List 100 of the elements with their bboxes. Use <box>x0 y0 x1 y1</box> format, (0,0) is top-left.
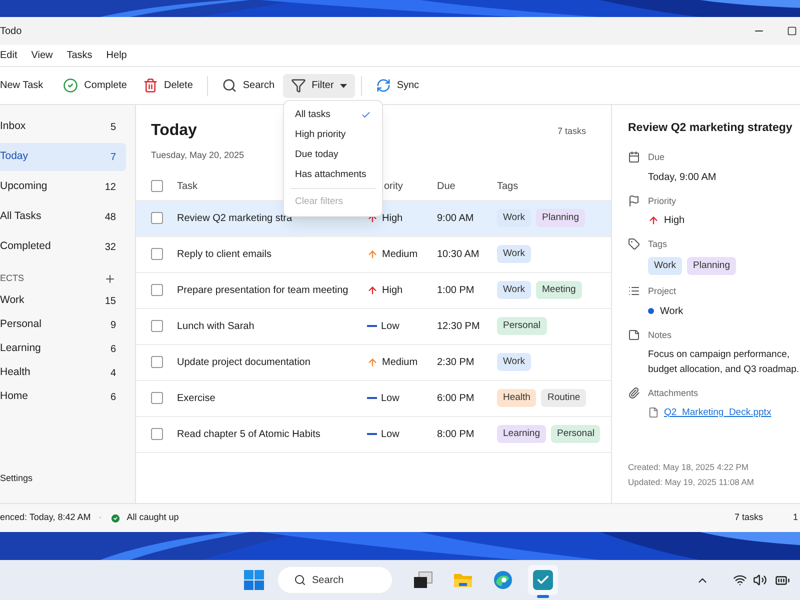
sidebar-item[interactable]: All Tasks 48 <box>0 203 126 231</box>
toolbar-button[interactable]: Delete <box>134 74 201 98</box>
project-item[interactable]: Health 4 <box>0 361 126 385</box>
menu-option[interactable]: All tasks <box>284 105 382 125</box>
due-time: 12:30 PM <box>437 320 480 332</box>
settings-link[interactable]: Settings <box>0 473 33 483</box>
dash-icon <box>367 433 377 435</box>
column-header[interactable]: Due <box>437 178 497 194</box>
tag: Work <box>497 280 531 300</box>
check-circle-icon <box>110 512 121 524</box>
task-row[interactable]: Exercise Low 6:00 PM Health Routine <box>136 380 611 416</box>
task-title: Lunch with Sarah <box>177 320 254 332</box>
trash-icon <box>142 78 158 93</box>
due-value: Today, 9:00 AM <box>648 170 716 185</box>
sidebar-item[interactable]: Completed 32 <box>0 233 126 261</box>
project-item[interactable]: Home 6 <box>0 385 126 409</box>
task-row[interactable]: Lunch with Sarah Low 12:30 PM Personal <box>136 308 611 344</box>
caret-icon <box>340 84 347 88</box>
flag-icon <box>628 194 640 207</box>
search-field[interactable]: Search <box>278 567 392 593</box>
up-arrow-icon <box>367 248 378 260</box>
priority-label: Medium <box>382 248 418 262</box>
add-icon[interactable] <box>104 273 116 285</box>
column-header[interactable]: ority <box>384 180 403 192</box>
field-label: Tags <box>648 238 668 252</box>
menu-option[interactable]: Due today <box>284 145 382 165</box>
window-stack-icon <box>413 571 433 589</box>
paperclip-icon <box>628 387 640 399</box>
up-arrow-icon <box>648 215 659 226</box>
toolbar-button[interactable]: Filter <box>282 74 355 98</box>
task-row[interactable]: Read chapter 5 of Atomic Habits Low 8:00 PM Learning Personal <box>136 416 611 452</box>
sync-status: enced: Today, 8:42 AM <box>0 511 91 524</box>
menu-item[interactable]: Edit <box>0 48 18 63</box>
field-label: Priority <box>648 194 678 208</box>
field-label: Notes <box>648 328 673 342</box>
tag: Personal <box>497 316 546 336</box>
section-title: ECTS <box>0 272 24 286</box>
task-title: Prepare presentation for team meeting <box>177 284 348 296</box>
priority-label: Low <box>381 428 400 442</box>
toolbar-button[interactable]: Search <box>214 74 283 98</box>
sync-icon <box>376 78 391 93</box>
task-row[interactable]: Update project documentation Medium 2:30 PM Work <box>136 344 611 380</box>
tag: Health <box>497 388 536 408</box>
menu-item[interactable]: Help <box>106 48 127 63</box>
due-time: 9:00 AM <box>437 212 474 224</box>
checkbox[interactable] <box>151 212 163 224</box>
tag: Personal <box>550 424 600 444</box>
checkbox[interactable] <box>151 320 163 332</box>
active-indicator <box>537 595 549 598</box>
folder-icon <box>453 571 473 589</box>
sidebar-item[interactable]: Upcoming 12 <box>0 173 126 201</box>
project-item[interactable]: Personal 9 <box>0 313 126 337</box>
checkbox[interactable] <box>151 392 163 404</box>
priority-label: High <box>382 284 403 298</box>
task-title: Exercise <box>177 392 216 404</box>
field-label: Due <box>648 151 666 164</box>
attachment-link[interactable]: Q2_Marketing_Deck.pptx <box>664 406 772 420</box>
project-item[interactable]: Work 15 <box>0 289 126 313</box>
column-header[interactable]: Tags <box>497 178 518 194</box>
checkbox[interactable] <box>151 284 163 296</box>
menu-item[interactable]: View <box>31 48 53 63</box>
tag: Planning <box>687 256 736 275</box>
task-title: Update project documentation <box>177 356 310 368</box>
task-row[interactable]: Prepare presentation for team meeting High 1:00 PM Work Meeting <box>136 272 611 308</box>
checkbox[interactable] <box>151 356 163 368</box>
sidebar-item[interactable]: Inbox 5 <box>0 113 126 141</box>
wifi-icon[interactable] <box>733 573 747 587</box>
search-icon <box>222 78 237 93</box>
status-count: 7 tasks <box>734 511 763 524</box>
toolbar-button[interactable]: New Task <box>0 74 56 98</box>
field-label: Attachments <box>648 387 700 400</box>
sidebar-item[interactable]: Today 7 <box>0 143 126 171</box>
maximize-icon[interactable] <box>787 26 797 36</box>
project-value: Work <box>660 304 684 318</box>
search-icon <box>294 574 306 586</box>
checkbox[interactable] <box>151 428 163 440</box>
menu-option[interactable]: Has attachments <box>284 165 382 185</box>
up-arrow-icon <box>367 284 378 296</box>
menu-option[interactable]: High priority <box>284 125 382 145</box>
task-title: Reply to client emails <box>177 248 272 260</box>
select-all-checkbox[interactable] <box>151 180 163 192</box>
toolbar-button[interactable]: Sync <box>368 74 428 98</box>
tag: Work <box>497 352 531 372</box>
file-icon <box>648 407 659 418</box>
tag: Meeting <box>536 280 582 300</box>
dash-icon <box>367 397 377 399</box>
volume-icon[interactable] <box>753 573 767 587</box>
menu-item[interactable]: Tasks <box>66 48 92 63</box>
project-item[interactable]: Learning 6 <box>0 337 126 361</box>
start-icon[interactable] <box>244 570 264 590</box>
tag: Work <box>497 244 531 264</box>
separator: · <box>98 511 102 524</box>
checkbox[interactable] <box>151 248 163 260</box>
toolbar-button[interactable]: Complete <box>55 74 135 98</box>
status-text: 1 <box>792 511 798 524</box>
browser-icon <box>493 570 513 590</box>
due-time: 6:00 PM <box>437 392 474 404</box>
task-row[interactable]: Reply to client emails Medium 10:30 AM Work <box>136 236 611 272</box>
note-icon <box>628 328 640 340</box>
priority-label: Medium <box>382 356 418 370</box>
